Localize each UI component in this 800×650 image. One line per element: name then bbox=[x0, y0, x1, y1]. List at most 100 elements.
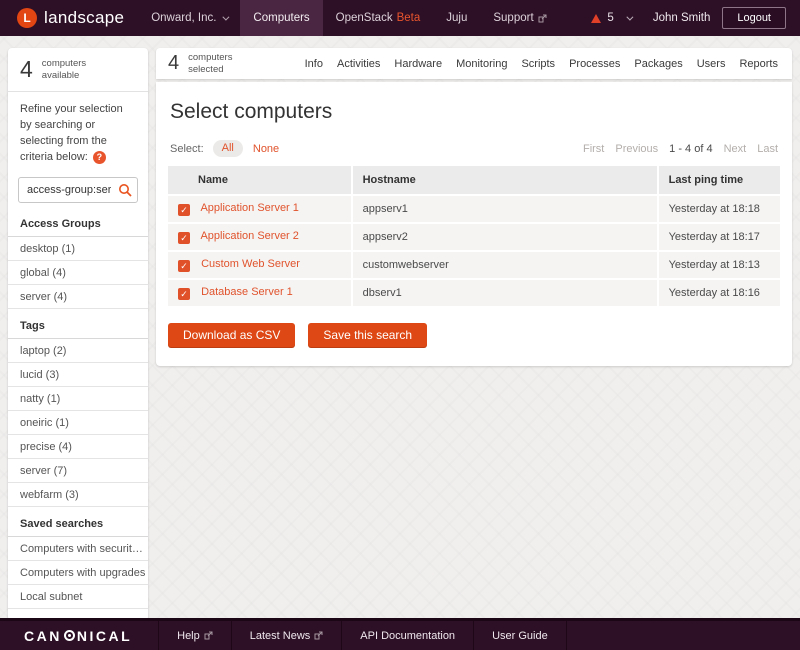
search-icon[interactable] bbox=[118, 183, 132, 197]
section-title-tags: Tags bbox=[8, 309, 148, 339]
logout-button[interactable]: Logout bbox=[722, 7, 786, 29]
footer-link-help[interactable]: Help bbox=[158, 621, 231, 650]
sidebar-item-tag-webfarm[interactable]: webfarm (3) bbox=[8, 483, 148, 507]
column-header-name[interactable]: Name bbox=[168, 166, 352, 195]
footer-link-help-label: Help bbox=[177, 630, 200, 642]
column-header-last-ping[interactable]: Last ping time bbox=[658, 166, 780, 195]
column-header-hostname[interactable]: Hostname bbox=[352, 166, 658, 195]
hostname-cell: appserv2 bbox=[352, 223, 658, 251]
footer-link-api-documentation[interactable]: API Documentation bbox=[341, 621, 473, 650]
footer-link-api-documentation-label: API Documentation bbox=[360, 630, 455, 642]
download-csv-button[interactable]: Download as CSV bbox=[168, 323, 295, 348]
table-row: ✓ Database Server 1 dbserv1 Yesterday at… bbox=[168, 279, 780, 307]
warning-icon bbox=[591, 14, 601, 23]
sidebar-item-saved-upgrades[interactable]: Computers with upgrades bbox=[8, 561, 148, 585]
selected-count-number: 4 bbox=[168, 52, 179, 75]
name-cell: ✓ Database Server 1 bbox=[168, 279, 352, 307]
external-link-icon bbox=[538, 14, 547, 23]
sidebar-item-tag-lucid[interactable]: lucid (3) bbox=[8, 363, 148, 387]
footer: CAN NICAL Help Latest News API Documenta… bbox=[0, 618, 800, 650]
select-all-button[interactable]: All bbox=[213, 140, 243, 157]
nav-support[interactable]: Support bbox=[480, 0, 559, 36]
canonical-logo[interactable]: CAN NICAL bbox=[0, 621, 158, 650]
table-row: ✓ Application Server 2 appserv2 Yesterda… bbox=[168, 223, 780, 251]
save-search-button[interactable]: Save this search bbox=[308, 323, 427, 348]
tab-packages[interactable]: Packages bbox=[634, 58, 682, 70]
row-checkbox[interactable]: ✓ bbox=[178, 288, 190, 300]
tab-processes[interactable]: Processes bbox=[569, 58, 620, 70]
row-checkbox[interactable]: ✓ bbox=[178, 260, 190, 272]
row-checkbox[interactable]: ✓ bbox=[178, 232, 190, 244]
name-cell: ✓ Custom Web Server bbox=[168, 251, 352, 279]
section-title-access-groups: Access Groups bbox=[8, 207, 148, 237]
sidebar-item-saved-local-subnet[interactable]: Local subnet bbox=[8, 585, 148, 609]
sidebar: 4 computers available Refine your select… bbox=[8, 48, 148, 621]
last-ping-cell: Yesterday at 18:13 bbox=[658, 251, 780, 279]
select-none-button[interactable]: None bbox=[253, 143, 279, 155]
beta-badge: Beta bbox=[397, 12, 421, 24]
tab-activities[interactable]: Activities bbox=[337, 58, 380, 70]
main-column: 4 computers selected Info Activities Har… bbox=[156, 48, 792, 366]
footer-link-latest-news-label: Latest News bbox=[250, 630, 311, 642]
sidebar-item-tag-laptop[interactable]: laptop (2) bbox=[8, 339, 148, 363]
pagination-previous[interactable]: Previous bbox=[615, 143, 658, 155]
select-label: Select: bbox=[170, 143, 204, 155]
tab-info[interactable]: Info bbox=[305, 58, 323, 70]
selected-count-label: computers selected bbox=[188, 52, 232, 75]
alerts-indicator[interactable]: 5 bbox=[581, 0, 640, 36]
hostname-cell: customwebserver bbox=[352, 251, 658, 279]
alerts-count: 5 bbox=[607, 12, 613, 24]
row-checkbox[interactable]: ✓ bbox=[178, 204, 190, 216]
sidebar-item-tag-server[interactable]: server (7) bbox=[8, 459, 148, 483]
sidebar-item-server-group[interactable]: server (4) bbox=[8, 285, 148, 309]
canonical-o-icon bbox=[64, 630, 75, 641]
select-toolbar: Select: All None First Previous 1 - 4 of… bbox=[170, 140, 778, 157]
sidebar-item-desktop[interactable]: desktop (1) bbox=[8, 237, 148, 261]
tab-monitoring[interactable]: Monitoring bbox=[456, 58, 507, 70]
nav-openstack[interactable]: OpenStack Beta bbox=[323, 0, 434, 36]
sidebar-item-saved-security[interactable]: Computers with securit… bbox=[8, 537, 148, 561]
pagination-next[interactable]: Next bbox=[724, 143, 747, 155]
org-selector[interactable]: Onward, Inc. bbox=[138, 0, 240, 36]
computer-link[interactable]: Application Server 2 bbox=[200, 230, 298, 242]
computer-link[interactable]: Database Server 1 bbox=[201, 286, 293, 298]
content-card: Select computers Select: All None First … bbox=[156, 82, 792, 366]
landscape-logo[interactable]: L landscape bbox=[0, 0, 138, 36]
table-header-row: Name Hostname Last ping time bbox=[168, 166, 780, 195]
tab-users[interactable]: Users bbox=[697, 58, 726, 70]
logo-text: landscape bbox=[44, 8, 124, 28]
computers-available-count: 4 computers available bbox=[8, 48, 148, 92]
sidebar-item-tag-precise[interactable]: precise (4) bbox=[8, 435, 148, 459]
sidebar-item-tag-oneiric[interactable]: oneiric (1) bbox=[8, 411, 148, 435]
computer-link[interactable]: Custom Web Server bbox=[201, 258, 300, 270]
external-link-icon bbox=[314, 631, 323, 640]
page-body: 4 computers available Refine your select… bbox=[0, 36, 800, 621]
page-title: Select computers bbox=[170, 100, 780, 124]
footer-link-user-guide-label: User Guide bbox=[492, 630, 548, 642]
table-row: ✓ Custom Web Server customwebserver Yest… bbox=[168, 251, 780, 279]
sidebar-item-global[interactable]: global (4) bbox=[8, 261, 148, 285]
tab-reports[interactable]: Reports bbox=[739, 58, 778, 70]
footer-link-latest-news[interactable]: Latest News bbox=[231, 621, 342, 650]
footer-link-user-guide[interactable]: User Guide bbox=[473, 621, 567, 650]
nav-computers[interactable]: Computers bbox=[240, 0, 322, 36]
nav-juju[interactable]: Juju bbox=[433, 0, 480, 36]
section-tabs: Info Activities Hardware Monitoring Scri… bbox=[305, 58, 778, 70]
pagination-last[interactable]: Last bbox=[757, 143, 778, 155]
hostname-cell: dbserv1 bbox=[352, 279, 658, 307]
name-cell: ✓ Application Server 1 bbox=[168, 195, 352, 223]
tab-scripts[interactable]: Scripts bbox=[521, 58, 555, 70]
available-count-label-line2: available bbox=[42, 70, 86, 81]
help-icon[interactable]: ? bbox=[93, 151, 106, 164]
pagination-range: 1 - 4 of 4 bbox=[669, 143, 712, 155]
sidebar-item-tag-natty[interactable]: natty (1) bbox=[8, 387, 148, 411]
pagination-first[interactable]: First bbox=[583, 143, 604, 155]
selected-count-label-line1: computers bbox=[188, 52, 232, 63]
search-box bbox=[18, 177, 138, 203]
computer-link[interactable]: Application Server 1 bbox=[200, 202, 298, 214]
actions-bar: Download as CSV Save this search bbox=[168, 323, 780, 348]
org-name: Onward, Inc. bbox=[151, 12, 216, 24]
external-link-icon bbox=[204, 631, 213, 640]
last-ping-cell: Yesterday at 18:16 bbox=[658, 279, 780, 307]
tab-hardware[interactable]: Hardware bbox=[394, 58, 442, 70]
